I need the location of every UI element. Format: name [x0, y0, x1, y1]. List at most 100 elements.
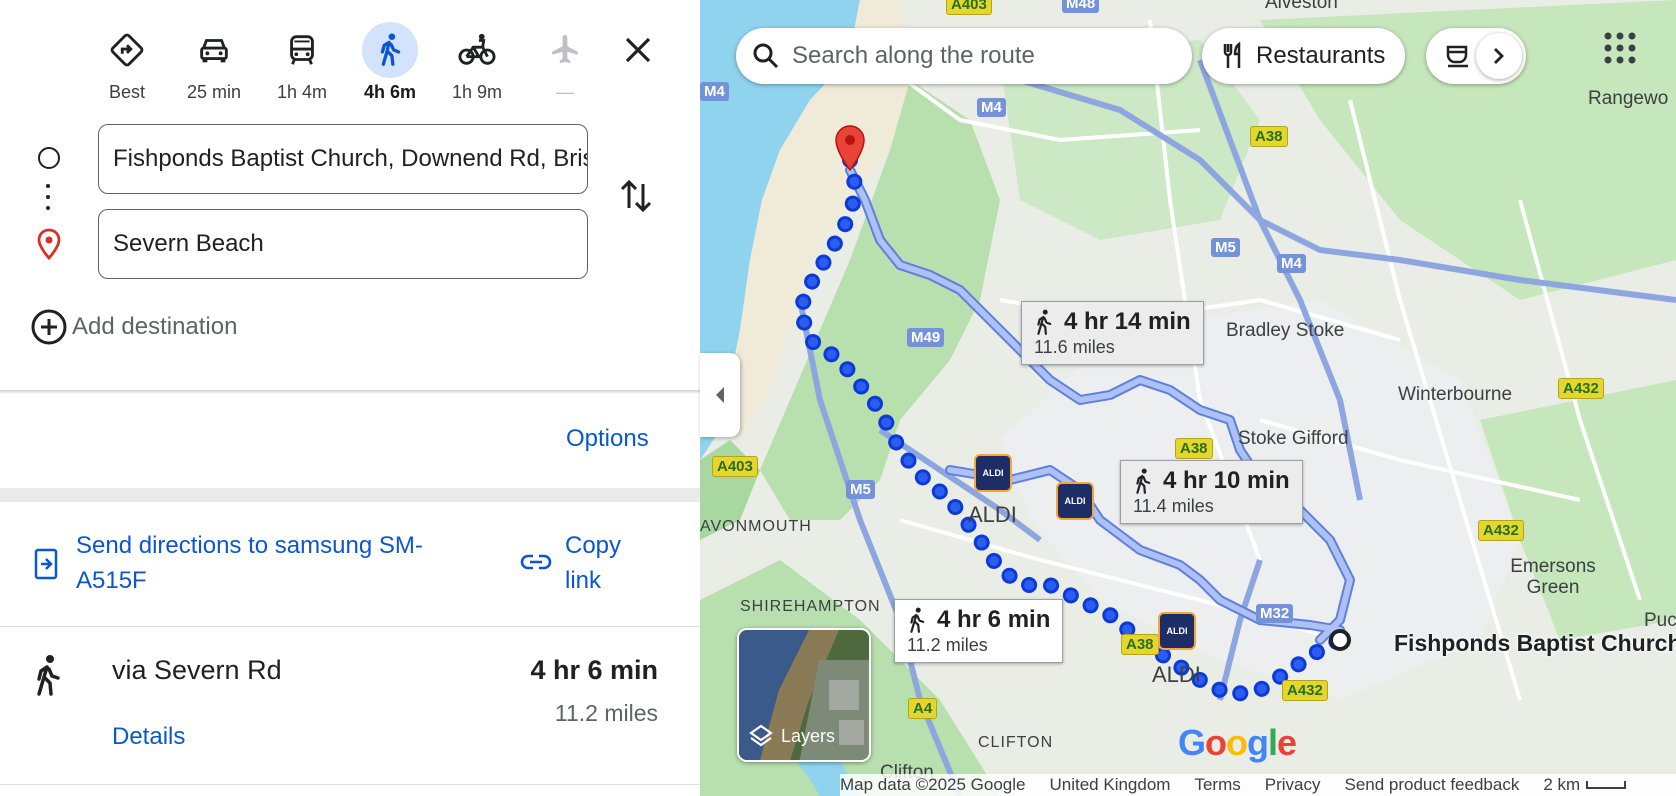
destination-pin-icon — [37, 228, 61, 260]
place-label: Stoke Gifford — [1238, 428, 1349, 449]
scale-bar — [1586, 781, 1627, 789]
bus-icon — [274, 22, 330, 78]
layers-icon — [749, 724, 773, 747]
layers-label: Layers — [781, 725, 836, 746]
route-label-distance: 11.4 miles — [1133, 496, 1214, 516]
mode-drive[interactable]: 25 min — [170, 22, 258, 103]
road-shield: A38 — [1121, 634, 1159, 655]
mode-flight[interactable]: — — [521, 22, 609, 103]
swap-button[interactable] — [618, 176, 658, 220]
mode-flight-label: — — [556, 82, 574, 102]
place-label: Emersons Green — [1510, 556, 1596, 598]
origin-circle-icon — [38, 147, 60, 169]
search-icon — [753, 43, 779, 69]
fork-knife-icon — [1223, 42, 1241, 68]
place-label: CLIFTON — [978, 734, 1054, 751]
add-destination-button[interactable]: Add destination — [28, 307, 408, 347]
directions-panel: Best 25 min 1h 4m 4h 6m 1h 9m — Fishpond… — [0, 0, 700, 796]
coffee-cup-icon — [1446, 45, 1468, 68]
place-label: Bradley Stoke — [1226, 320, 1345, 341]
mode-walk[interactable]: 4h 6m — [346, 22, 434, 103]
swap-arrows-icon — [620, 179, 652, 213]
restaurants-chip[interactable]: Restaurants — [1202, 28, 1406, 84]
road-shield: A432 — [1558, 378, 1604, 399]
place-label: Puc — [1644, 610, 1676, 631]
route-details-link[interactable]: Details — [112, 723, 185, 751]
vertical-dots-icon — [46, 184, 50, 217]
copy-link-button[interactable]: Copy link — [565, 528, 635, 598]
scale-label[interactable]: 2 km — [1543, 775, 1580, 795]
road-shield: M5 — [1211, 238, 1240, 257]
aldi-store-icon[interactable]: ALDI — [974, 454, 1012, 492]
road-shield: M32 — [1256, 604, 1294, 623]
chevron-right-icon — [1494, 48, 1504, 64]
route-label-distance: 11.2 miles — [907, 635, 988, 655]
route-label-selected[interactable]: 4 hr 6 min 11.2 miles — [894, 599, 1064, 663]
road-shield: A38 — [1175, 438, 1213, 459]
aldi-store-icon[interactable]: ALDI — [1158, 612, 1196, 650]
google-apps-icon[interactable] — [1600, 28, 1640, 68]
place-label: SHIREHAMPTON — [740, 598, 881, 615]
route-label-time: 4 hr 14 min — [1064, 308, 1191, 335]
mode-cycle-label: 1h 9m — [451, 82, 503, 102]
place-label: Rangewo — [1588, 88, 1669, 109]
route-label-alt-2[interactable]: 4 hr 10 min 11.4 miles — [1120, 460, 1303, 524]
mode-best[interactable]: Best — [83, 22, 171, 103]
aldi-store-icon[interactable]: ALDI — [1056, 482, 1094, 520]
walk-icon — [37, 655, 60, 696]
road-shield: A432 — [1282, 680, 1328, 701]
close-button[interactable] — [616, 28, 660, 72]
car-icon — [186, 22, 242, 78]
section-shadow — [0, 390, 700, 394]
road-shield: A4 — [908, 698, 938, 719]
place-label: AVONMOUTH — [700, 518, 812, 535]
send-directions-link[interactable]: Send directions to samsung SM-A515F — [76, 528, 476, 598]
destination-input[interactable]: Severn Beach — [98, 209, 588, 279]
route-label-time: 4 hr 10 min — [1163, 467, 1290, 494]
route-label-time: 4 hr 6 min — [937, 606, 1051, 633]
feedback-link[interactable]: Send product feedback — [1344, 775, 1519, 795]
place-label: Alveston — [1265, 0, 1338, 13]
search-input[interactable] — [792, 42, 1172, 70]
collapse-panel-button[interactable] — [700, 353, 740, 437]
road-shield: M4 — [1277, 254, 1306, 273]
mode-drive-label: 25 min — [186, 82, 242, 102]
walk-icon — [910, 607, 925, 633]
walk-icon — [362, 22, 418, 78]
road-shield: M49 — [907, 328, 945, 347]
search-along-route[interactable] — [736, 28, 1192, 84]
restaurants-chip-label: Restaurants — [1256, 42, 1386, 69]
link-icon — [520, 554, 552, 570]
add-destination-label: Add destination — [72, 313, 238, 340]
route-label-alt-1[interactable]: 4 hr 14 min 11.6 miles — [1021, 301, 1204, 365]
origin-place-label: Fishponds Baptist Church — [1394, 630, 1676, 656]
route-distance: 11.2 miles — [554, 700, 658, 726]
road-shield: A432 — [1478, 520, 1524, 541]
add-circle-icon — [31, 309, 67, 345]
road-shield: A403 — [712, 456, 758, 477]
place-label: ALDI — [1152, 662, 1201, 687]
road-shield: M4 — [700, 82, 729, 101]
road-shield: M48 — [1062, 0, 1100, 13]
divider — [0, 626, 700, 627]
options-button[interactable]: Options — [566, 425, 649, 453]
privacy-link[interactable]: Privacy — [1265, 775, 1321, 795]
walk-icon — [1037, 309, 1052, 335]
terms-link[interactable]: Terms — [1194, 775, 1240, 795]
road-shield: A38 — [1250, 126, 1288, 147]
mode-walk-label: 4h 6m — [363, 82, 417, 102]
bicycle-icon — [449, 22, 505, 78]
origin-input[interactable]: Fishponds Baptist Church, Downend Rd, Br… — [98, 124, 588, 194]
region-link[interactable]: United Kingdom — [1050, 775, 1171, 795]
google-logo: Google — [1178, 722, 1297, 763]
close-icon — [625, 37, 651, 63]
mode-best-label: Best — [108, 82, 146, 102]
route-name[interactable]: via Severn Rd — [112, 655, 282, 686]
chips-next-button[interactable] — [1476, 33, 1522, 79]
diamond-directions-icon — [99, 22, 155, 78]
mode-transit[interactable]: 1h 4m — [258, 22, 346, 103]
layers-button[interactable]: Layers — [737, 628, 871, 762]
road-shield: M5 — [846, 480, 875, 499]
mode-cycle[interactable]: 1h 9m — [433, 22, 521, 103]
mode-transit-label: 1h 4m — [276, 82, 328, 102]
